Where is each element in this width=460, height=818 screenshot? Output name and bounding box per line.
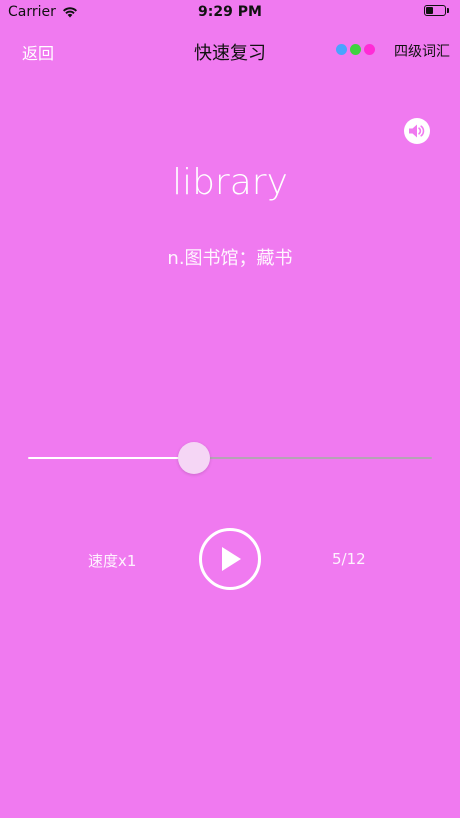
pronounce-button[interactable] bbox=[404, 118, 430, 144]
color-theme-dots[interactable] bbox=[336, 44, 375, 55]
speed-button[interactable]: 速度x1 bbox=[88, 550, 136, 571]
word-text: library bbox=[172, 162, 288, 203]
status-bar: Carrier 9:29 PM bbox=[0, 0, 460, 24]
page-title: 快速复习 bbox=[194, 43, 266, 64]
slider-thumb[interactable] bbox=[177, 442, 210, 474]
battery-fill bbox=[426, 7, 433, 14]
theme-dot-pink[interactable] bbox=[364, 44, 375, 55]
word-list-button[interactable]: 四级词汇 bbox=[394, 41, 450, 61]
speaker-icon bbox=[409, 124, 425, 138]
nav-bar: 返回 快速复习 四级词汇 bbox=[0, 24, 460, 76]
play-button[interactable] bbox=[199, 528, 261, 590]
progress-counter: 5/12 bbox=[332, 550, 366, 568]
theme-dot-green[interactable] bbox=[350, 44, 361, 55]
status-time: 9:29 PM bbox=[198, 4, 262, 20]
play-icon bbox=[222, 547, 241, 571]
progress-slider[interactable] bbox=[28, 440, 432, 476]
word-meaning: n.图书馆；藏书 bbox=[167, 248, 293, 269]
theme-dot-blue[interactable] bbox=[336, 44, 347, 55]
slider-fill bbox=[28, 457, 194, 459]
battery-icon bbox=[424, 5, 449, 16]
